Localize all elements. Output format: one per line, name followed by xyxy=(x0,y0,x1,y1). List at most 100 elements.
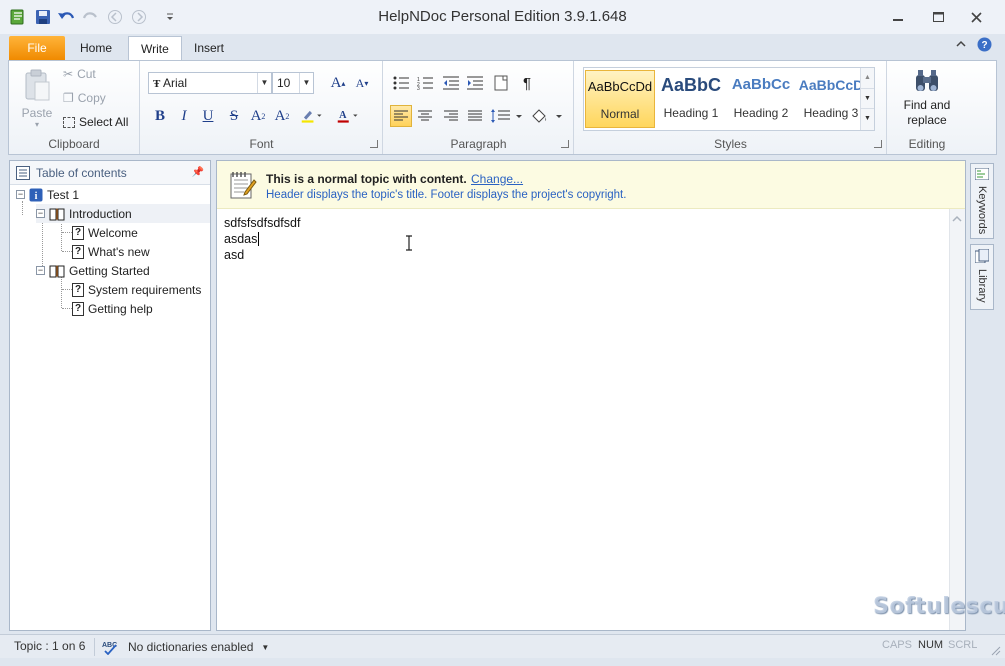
tree-item-test-1[interactable]: − i Test 1 xyxy=(16,185,79,204)
ribbon-tabs: File Home Write Insert ? xyxy=(0,34,1005,60)
line-spacing-button[interactable] xyxy=(490,105,524,127)
binoculars-icon xyxy=(916,70,938,91)
gallery-more-icon[interactable]: ▼ xyxy=(861,108,874,128)
topic-question-icon: ? xyxy=(72,301,84,316)
chevron-down-icon: ▼ xyxy=(299,73,313,93)
show-formatting-button[interactable]: ¶ xyxy=(516,72,538,94)
style-heading-2[interactable]: AaBbCc Heading 2 xyxy=(726,70,796,128)
cut-button[interactable]: ✂ Cut xyxy=(63,67,96,81)
align-right-icon[interactable] xyxy=(440,105,462,127)
tree-item-welcome[interactable]: ? Welcome xyxy=(72,223,138,242)
num-lock-indicator: NUM xyxy=(918,639,944,651)
ibeam-cursor-icon xyxy=(406,235,412,251)
numbering-icon[interactable]: 123 xyxy=(414,72,436,94)
font-color-button[interactable]: A xyxy=(337,105,359,127)
book-icon xyxy=(49,265,65,277)
keywords-side-tab[interactable]: Keywords xyxy=(970,163,994,239)
pin-icon[interactable]: 📌 xyxy=(192,167,204,178)
library-side-tab[interactable]: Library xyxy=(970,244,994,310)
find-replace-button[interactable]: Find and replace xyxy=(892,67,962,128)
tree-item-introduction[interactable]: − Introduction xyxy=(36,204,210,223)
paragraph-dialog-launcher[interactable] xyxy=(561,140,569,148)
tree-item-getting-started[interactable]: − Getting Started xyxy=(36,261,150,280)
collapse-icon[interactable]: − xyxy=(16,190,25,199)
topic-kind-text: This is a normal topic with content. xyxy=(266,172,467,186)
paste-button[interactable]: Paste ▾ xyxy=(17,67,57,133)
style-heading-1[interactable]: AaBbC Heading 1 xyxy=(656,70,726,128)
help-icon[interactable]: ? xyxy=(977,37,992,55)
close-button[interactable] xyxy=(958,6,994,28)
tree-item-system-requirements[interactable]: ? System requirements xyxy=(72,280,201,299)
justify-icon[interactable] xyxy=(464,105,486,127)
font-dialog-launcher[interactable] xyxy=(370,140,378,148)
font-family-select[interactable]: Ŧ Arial ▼ xyxy=(148,72,272,94)
page-break-icon[interactable] xyxy=(490,72,512,94)
align-left-icon[interactable] xyxy=(390,105,412,127)
collapse-ribbon-icon[interactable] xyxy=(955,38,967,53)
scissors-icon: ✂ xyxy=(63,67,74,81)
collapse-icon[interactable]: − xyxy=(36,209,45,218)
italic-button[interactable]: I xyxy=(173,105,195,127)
align-center-icon[interactable] xyxy=(414,105,436,127)
find-replace-label-line1: Find and xyxy=(903,98,951,112)
style-name: Heading 3 xyxy=(803,106,859,120)
cut-label: Cut xyxy=(77,67,96,81)
bold-button[interactable]: B xyxy=(149,105,171,127)
decrease-indent-icon[interactable] xyxy=(440,72,462,94)
toc-header: Table of contents 📌 xyxy=(10,161,210,185)
highlight-button[interactable] xyxy=(301,105,323,127)
minimize-button[interactable] xyxy=(880,6,916,28)
change-topic-kind-link[interactable]: Change... xyxy=(471,172,523,186)
toc-panel: Table of contents 📌 − i Test 1 − Introdu… xyxy=(9,160,211,631)
shading-button[interactable] xyxy=(530,105,564,127)
maximize-button[interactable] xyxy=(920,6,956,28)
increase-indent-icon[interactable] xyxy=(464,72,486,94)
bullets-icon[interactable] xyxy=(390,72,412,94)
document-line[interactable]: sdfsfsdfsdfsdf xyxy=(224,216,300,230)
grow-font-button[interactable]: A ▴ xyxy=(327,72,349,94)
tree-connector xyxy=(62,289,72,290)
style-normal[interactable]: AaBbCcDd Normal xyxy=(585,70,655,128)
collapse-icon[interactable]: − xyxy=(36,266,45,275)
subscript-button[interactable]: A2 xyxy=(247,105,269,127)
underline-button[interactable]: U xyxy=(197,105,219,127)
gallery-scroll[interactable]: ▲ ▼ ▼ xyxy=(860,68,874,130)
font-size-select[interactable]: 10 ▼ xyxy=(272,72,314,94)
styles-dialog-launcher[interactable] xyxy=(874,140,882,148)
document-line[interactable]: asd xyxy=(224,248,244,262)
tab-home[interactable]: Home xyxy=(68,36,124,60)
tree-item-whats-new[interactable]: ? What's new xyxy=(72,242,150,261)
superscript-button[interactable]: A2 xyxy=(271,105,293,127)
chevron-down-icon[interactable]: ▼ xyxy=(861,88,874,108)
tab-write[interactable]: Write xyxy=(128,36,182,60)
resize-grip-icon[interactable] xyxy=(990,645,1002,657)
spellcheck-icon: ABC xyxy=(102,642,117,655)
vertical-scrollbar[interactable] xyxy=(949,209,965,630)
chevron-up-icon[interactable]: ▲ xyxy=(861,68,874,88)
style-sample: AaBbC xyxy=(660,75,721,95)
tree-connector xyxy=(62,251,72,252)
tree-item-label: Introduction xyxy=(69,206,132,221)
tree-item-getting-help[interactable]: ? Getting help xyxy=(72,299,153,318)
book-icon xyxy=(49,208,65,220)
title-bar: HelpNDoc Personal Edition 3.9.1.648 xyxy=(0,0,1005,34)
shrink-font-button[interactable]: A ▾ xyxy=(351,72,373,94)
copy-label: Copy xyxy=(77,91,106,105)
style-sample: AaBbCc xyxy=(731,76,791,93)
find-replace-label-line2: replace xyxy=(907,113,947,127)
library-tab-label: Library xyxy=(976,269,988,303)
tree-item-label: System requirements xyxy=(88,282,202,297)
select-all-button[interactable]: Select All xyxy=(63,115,128,129)
dictionary-selector[interactable]: ABC No dictionaries enabled ▼ xyxy=(102,639,269,655)
window-title: HelpNDoc Personal Edition 3.9.1.648 xyxy=(378,8,627,25)
ribbon: Paste ▾ ✂ Cut ❐ Copy Select All Clipboard … xyxy=(8,60,997,155)
copy-button[interactable]: ❐ Copy xyxy=(63,91,106,105)
tab-file[interactable]: File xyxy=(9,36,65,60)
style-heading-3[interactable]: AaBbCcD Heading 3 xyxy=(796,70,866,128)
editing-group-label: Editing xyxy=(908,137,946,151)
document-line[interactable]: asdas xyxy=(224,232,260,246)
chevron-up-icon[interactable] xyxy=(950,213,964,225)
strikethrough-button[interactable]: S xyxy=(223,105,245,127)
tab-insert[interactable]: Insert xyxy=(182,36,236,60)
keywords-icon xyxy=(975,168,989,180)
